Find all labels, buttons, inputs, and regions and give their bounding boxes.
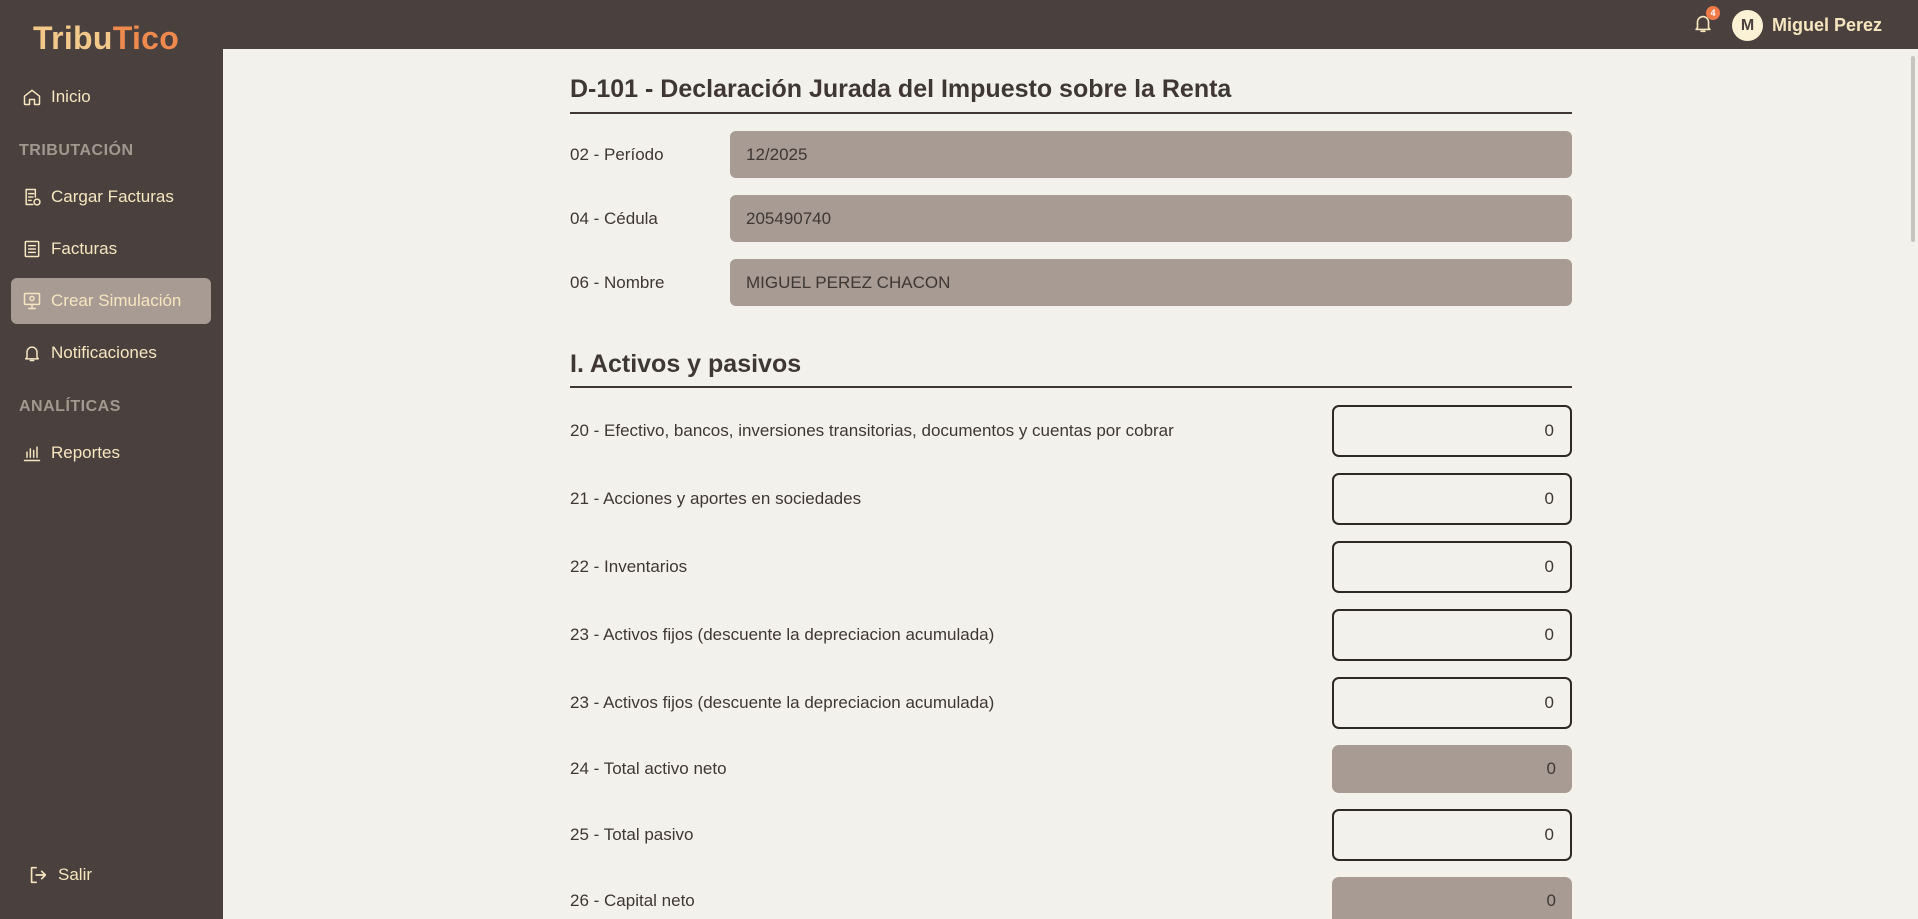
field-label-nombre: 06 - Nombre (570, 273, 665, 292)
cedula-field[interactable]: 205490740 (730, 195, 1572, 242)
sidebar-item-facturas[interactable]: Facturas (11, 226, 211, 272)
field-22-input[interactable]: 0 (1332, 541, 1572, 593)
sidebar-item-inicio[interactable]: Inicio (11, 74, 211, 120)
section-label-tributacion: TRIBUTACIÓN (19, 142, 134, 159)
bell-icon (21, 342, 43, 364)
sidebar-item-crear-simulacion[interactable]: Crear Simulación (11, 278, 211, 324)
logout-button[interactable]: Salir (27, 864, 92, 886)
sidebar: TribuTico Inicio TRIBUTACIÓN Cargar Fact… (0, 0, 223, 919)
field-label-periodo: 02 - Período (570, 145, 664, 164)
sidebar-item-label: Notificaciones (51, 343, 157, 362)
field-label-21: 21 - Acciones y aportes en sociedades (570, 489, 862, 508)
logo-text-part2: Tico (112, 20, 180, 56)
field-21-input[interactable]: 0 (1332, 473, 1572, 525)
field-20-input[interactable]: 0 (1332, 405, 1572, 457)
field-label-23: 23 - Activos fijos (descuente la depreci… (570, 625, 995, 644)
upload-invoice-icon (21, 186, 43, 208)
field-23b-input[interactable]: 0 (1332, 677, 1572, 729)
title-divider (570, 112, 1572, 114)
field-label-cedula: 04 - Cédula (570, 209, 658, 228)
logout-icon (30, 866, 47, 884)
sidebar-item-notificaciones[interactable]: Notificaciones (11, 330, 211, 376)
scrollbar-thumb[interactable] (1911, 56, 1915, 242)
sidebar-item-label: Cargar Facturas (51, 187, 174, 206)
field-label-25: 25 - Total pasivo (570, 825, 694, 844)
section-divider (570, 386, 1572, 388)
field-label-24: 24 - Total activo neto (570, 759, 727, 778)
logo-text-part1: Tribu (33, 20, 113, 56)
field-label-20: 20 - Efectivo, bancos, inversiones trans… (570, 421, 1174, 440)
top-bar (223, 0, 1918, 49)
sidebar-item-label: Reportes (51, 443, 120, 462)
list-icon (21, 238, 43, 260)
field-23-input[interactable]: 0 (1332, 609, 1572, 661)
sidebar-item-reportes[interactable]: Reportes (11, 430, 211, 476)
app-logo[interactable]: TribuTico (33, 20, 179, 57)
section-label-analiticas: ANALÍTICAS (19, 398, 121, 415)
sidebar-item-label: Facturas (51, 239, 118, 258)
page-title: D-101 - Declaración Jurada del Impuesto … (570, 75, 1232, 103)
field-label-23b: 23 - Activos fijos (descuente la depreci… (570, 693, 995, 712)
nombre-field[interactable]: MIGUEL PEREZ CHACON (730, 259, 1572, 306)
field-26-capital-neto: 0 (1332, 877, 1572, 919)
sidebar-item-cargar-facturas[interactable]: Cargar Facturas (11, 174, 211, 220)
avatar[interactable]: M (1732, 10, 1763, 41)
section-title-activos-pasivos: I. Activos y pasivos (570, 350, 802, 378)
notification-count-badge: 4 (1706, 6, 1720, 20)
periodo-field[interactable]: 12/2025 (730, 131, 1572, 178)
field-label-22: 22 - Inventarios (570, 557, 688, 576)
user-name[interactable]: Miguel Perez (1772, 15, 1882, 36)
sidebar-item-label: Inicio (51, 87, 91, 106)
simulation-icon (21, 290, 43, 312)
logout-label: Salir (58, 865, 93, 884)
field-25-input[interactable]: 0 (1332, 809, 1572, 861)
field-24-total-activo: 0 (1332, 745, 1572, 793)
field-label-26: 26 - Capital neto (570, 891, 695, 910)
sidebar-item-label: Crear Simulación (51, 291, 182, 310)
home-icon (21, 86, 43, 108)
bar-chart-icon (21, 442, 43, 464)
